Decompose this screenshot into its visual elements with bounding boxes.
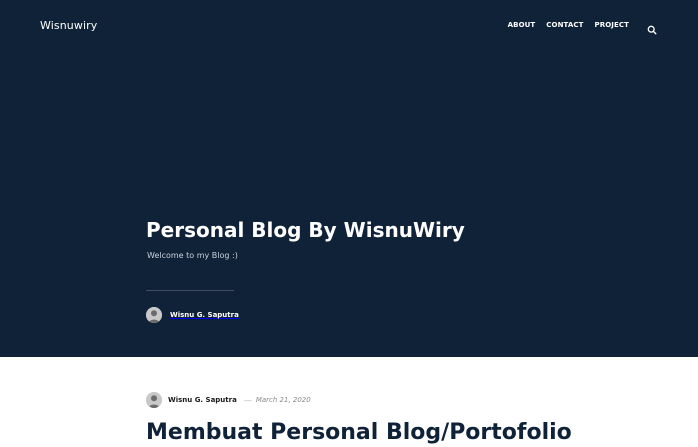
post-meta: Wisnu G. Saputra — March 21, 2020 [146,392,311,408]
site-title-link[interactable]: Wisnuwiry [40,19,97,32]
nav-link-about[interactable]: ABOUT [508,21,536,29]
search-button[interactable] [647,20,657,35]
post-title-link[interactable]: Membuat Personal Blog/Portofolio [146,420,572,445]
hero-author-link[interactable]: Wisnu G. Saputra [146,307,239,323]
avatar[interactable] [146,392,162,408]
post-author-name[interactable]: Wisnu G. Saputra [168,396,237,404]
hero-author-name: Wisnu G. Saputra [170,311,239,319]
hero-divider [146,290,234,291]
nav-link-contact[interactable]: CONTACT [546,21,583,29]
post-date: March 21, 2020 [255,396,311,404]
meta-separator: — [243,395,252,405]
nav-link-project[interactable]: PROJECT [595,21,629,29]
user-icon [146,307,162,323]
avatar [146,307,162,323]
hero-title: Personal Blog By WisnuWiry [146,218,465,242]
user-icon [146,392,162,408]
search-icon [647,25,657,35]
main-nav: ABOUT CONTACT PROJECT [508,21,629,29]
hero-subtitle: Welcome to my Blog :) [147,251,238,260]
hero-section: Wisnuwiry ABOUT CONTACT PROJECT Personal… [0,0,698,357]
